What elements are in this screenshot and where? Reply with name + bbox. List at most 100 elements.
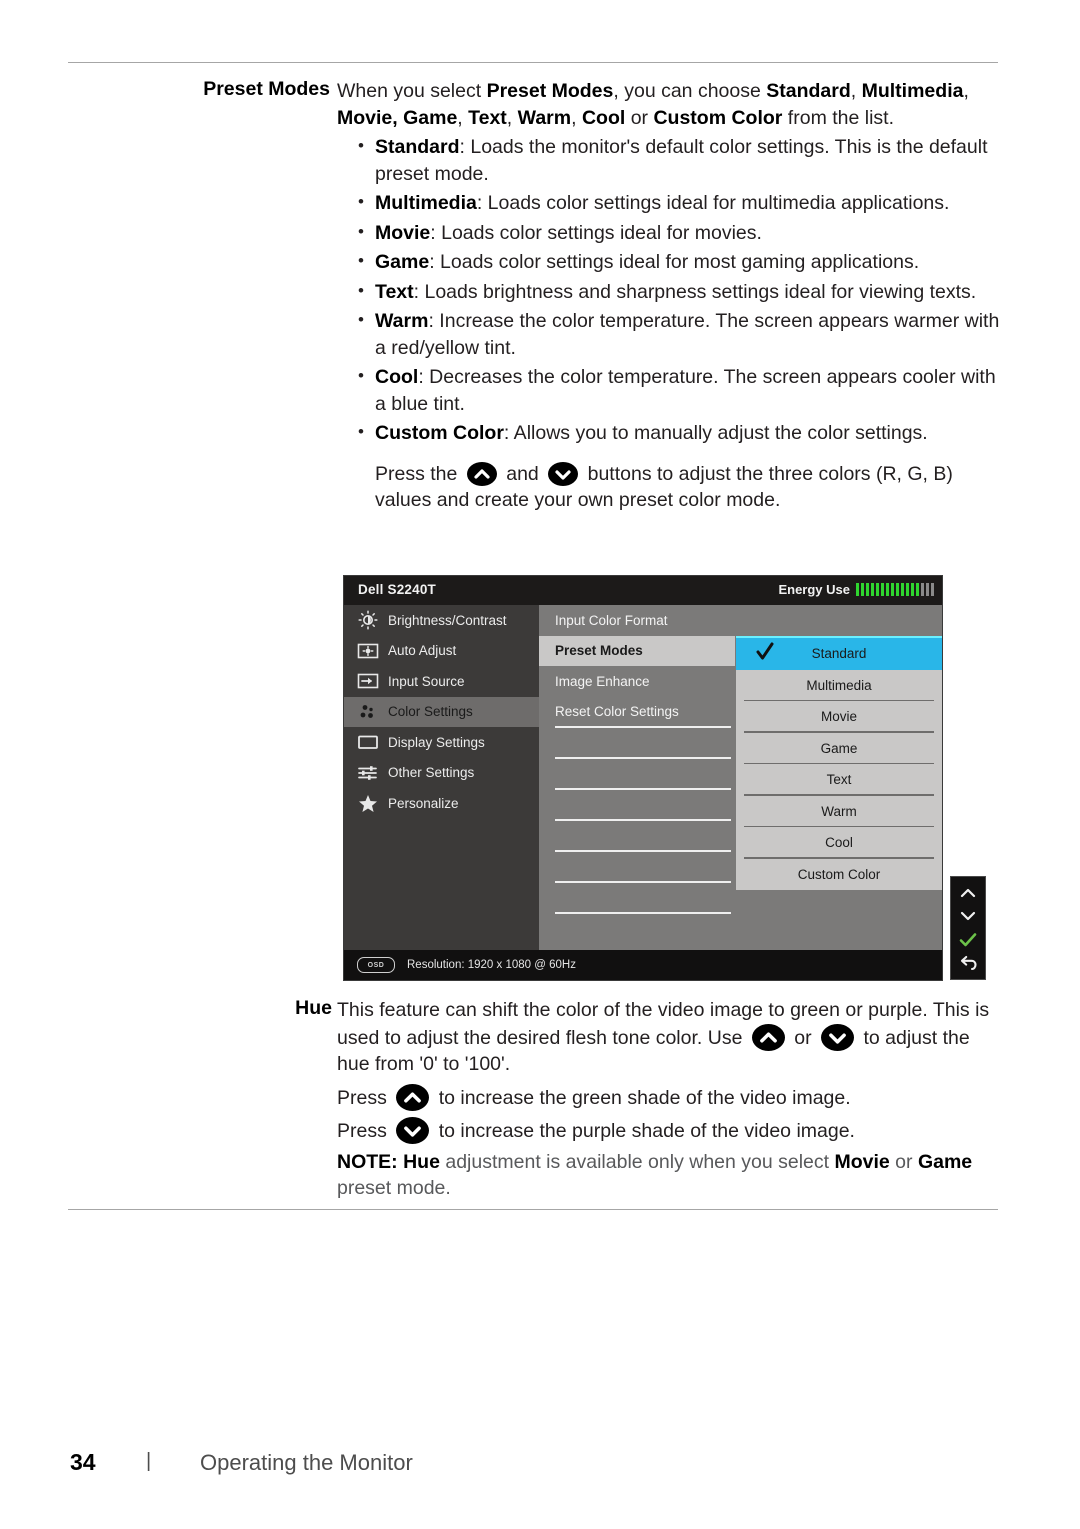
energy-bar-on (866, 583, 869, 596)
list-item: Custom Color: Allows you to manually adj… (355, 419, 1005, 447)
up-chevron-icon[interactable] (957, 883, 979, 903)
sidebar-item-display-settings[interactable]: Display Settings (344, 727, 539, 758)
submenu-item-preset-modes[interactable]: Preset Modes (539, 635, 735, 666)
row-body-preset-modes: When you select Preset Modes, you can ch… (337, 78, 1005, 514)
osd-resolution-text: Resolution: 1920 x 1080 @ 60Hz (407, 959, 576, 971)
down-chevron-icon (548, 461, 579, 486)
down-chevron-icon[interactable] (957, 906, 979, 926)
press-down-prefix: Press (337, 1120, 387, 1142)
list-item: Movie: Loads color settings ideal for mo… (355, 219, 1005, 247)
intro-bold-2: Standard (766, 80, 851, 102)
submenu-item-input-color-format[interactable]: Input Color Format (539, 605, 735, 636)
submenu-item-label: Image Enhance (555, 673, 650, 689)
bullet-text: : Loads color settings ideal for movies. (430, 221, 762, 244)
dropdown-option-label: Custom Color (797, 866, 881, 882)
submenu-item-reset-color-settings[interactable]: Reset Color Settings (539, 697, 735, 728)
submenu-divider (555, 757, 731, 759)
bullet-term: Custom Color (375, 422, 504, 444)
sidebar-item-label: Brightness/Contrast (388, 612, 507, 628)
dropdown-option-warm[interactable]: Warm (736, 796, 942, 827)
sidebar-item-auto-adjust[interactable]: Auto Adjust (344, 636, 539, 667)
osd-preset-modes-dropdown[interactable]: Standard Multimedia Movie Game Text Warm (736, 636, 942, 890)
press-text-join: and (506, 462, 539, 485)
dropdown-option-movie[interactable]: Movie (736, 701, 942, 733)
bullet-text: : Loads color settings ideal for multime… (476, 192, 950, 214)
intro-bold-8: Custom Color (653, 106, 783, 129)
note-middle: adjustment is available only when you se… (439, 1150, 835, 1173)
sidebar-item-input-source[interactable]: Input Source (344, 666, 539, 697)
preset-modes-intro: When you select Preset Modes, you can ch… (337, 78, 1005, 131)
energy-bar-on (906, 583, 909, 596)
energy-bar-on (861, 583, 864, 596)
dropdown-option-standard[interactable]: Standard (736, 638, 942, 670)
dropdown-option-label: Game (820, 740, 858, 756)
intro-text-8: or (625, 106, 654, 129)
sidebar-item-brightness-contrast[interactable]: Brightness/Contrast (344, 605, 539, 636)
energy-bar-on (916, 583, 919, 596)
intro-bold-7: Cool (581, 106, 626, 129)
brightness-icon (356, 610, 380, 630)
bullet-term: Movie (375, 221, 431, 244)
dropdown-option-text[interactable]: Text (736, 764, 942, 796)
sidebar-item-label: Auto Adjust (388, 643, 457, 659)
list-item: Multimedia: Loads color settings ideal f… (355, 189, 1005, 217)
dropdown-option-custom-color[interactable]: Custom Color (736, 859, 942, 891)
bottom-divider (68, 1209, 998, 1210)
intro-text-5: , (457, 106, 469, 129)
preset-modes-bullet-list: Standard: Loads the monitor's default co… (337, 133, 1005, 447)
energy-bar-on (856, 583, 859, 596)
intro-bold-6: Warm (517, 106, 572, 129)
submenu-divider (555, 819, 731, 821)
hue-note: NOTE: Hue adjustment is available only w… (337, 1149, 1005, 1202)
press-text-prefix: Press the (375, 462, 458, 485)
energy-bar-on (901, 583, 904, 596)
note-prefix: NOTE: (337, 1150, 398, 1173)
submenu-item-label: Reset Color Settings (555, 704, 679, 720)
intro-text-2: , you can choose (613, 80, 767, 102)
sidebar-item-label: Input Source (388, 673, 465, 689)
bullet-text: : Increase the color temperature. The sc… (375, 310, 1000, 359)
dropdown-option-cool[interactable]: Cool (736, 827, 942, 859)
submenu-item-label: Preset Modes (555, 643, 643, 659)
dropdown-option-label: Multimedia (806, 677, 872, 693)
check-icon[interactable] (957, 930, 979, 950)
note-tail: preset mode. (337, 1177, 451, 1199)
sidebar-item-color-settings[interactable]: Color Settings (344, 696, 539, 727)
input-source-icon (356, 671, 380, 691)
energy-bar-off (931, 583, 934, 596)
energy-use-label: Energy Use (778, 582, 850, 597)
sidebar-item-label: Display Settings (388, 734, 485, 750)
submenu-divider (555, 850, 731, 852)
sidebar-item-label: Color Settings (388, 704, 473, 720)
osd-monitor-model: Dell S2240T (358, 582, 436, 597)
dropdown-option-multimedia[interactable]: Multimedia (736, 670, 942, 701)
note-bold-game: Game (917, 1150, 973, 1173)
intro-text-3: , (850, 80, 862, 102)
back-arrow-icon[interactable] (957, 953, 979, 973)
note-or: or (889, 1150, 918, 1173)
dropdown-option-label: Movie (820, 709, 857, 724)
dropdown-option-label: Standard (811, 646, 867, 661)
row-label-hue: Hue (295, 997, 332, 1019)
sidebar-item-other-settings[interactable]: Other Settings (344, 758, 539, 789)
osd-energy-use: Energy Use (778, 582, 934, 597)
hue-or-text: or (794, 1026, 812, 1049)
bullet-term: Cool (375, 366, 419, 388)
page-number: 34 (70, 1449, 96, 1475)
submenu-divider (555, 912, 731, 914)
sidebar-item-label: Personalize (388, 795, 459, 811)
dropdown-option-label: Cool (825, 835, 853, 850)
osd-side-buttons[interactable] (950, 876, 986, 980)
submenu-item-image-enhance[interactable]: Image Enhance (539, 666, 735, 697)
bullet-text: : Loads the monitor's default color sett… (375, 136, 988, 185)
row-body-hue: This feature can shift the color of the … (337, 997, 1005, 1202)
dropdown-option-game[interactable]: Game (736, 733, 942, 764)
osd-badge-icon: OSD (357, 957, 395, 973)
bullet-text: : Loads brightness and sharpness setting… (413, 280, 977, 303)
osd-screenshot: Dell S2240T Energy Use Brightness/Contra… (344, 576, 986, 980)
energy-bar-on (871, 583, 874, 596)
bullet-text: : Loads color settings ideal for most ga… (429, 251, 920, 273)
sidebar-item-personalize[interactable]: Personalize (344, 788, 539, 819)
bullet-term: Text (375, 280, 414, 303)
submenu-item-label: Input Color Format (555, 612, 668, 628)
